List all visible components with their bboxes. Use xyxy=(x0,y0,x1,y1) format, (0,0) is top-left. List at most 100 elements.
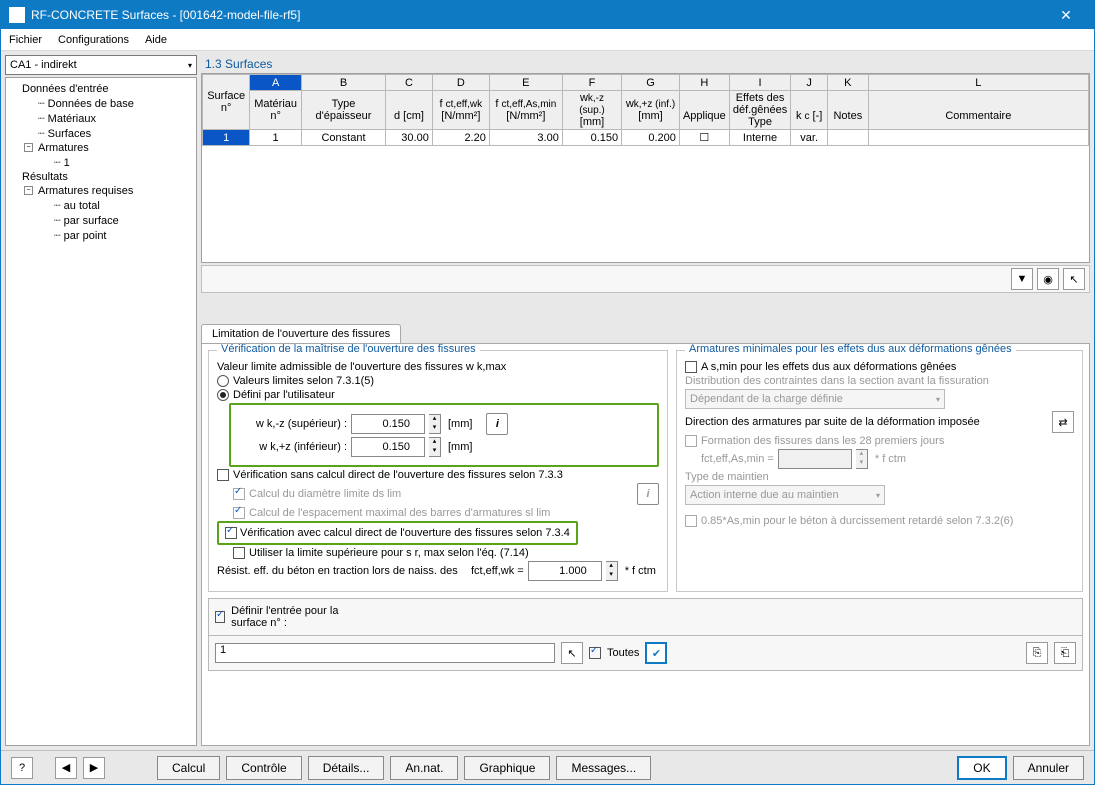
radio-row-user[interactable]: Défini par l'utilisateur xyxy=(217,389,659,401)
group-asmin: Armatures minimales pour les effets dus … xyxy=(676,350,1083,592)
graphique-button[interactable]: Graphique xyxy=(464,756,550,780)
wk-inf-input[interactable] xyxy=(351,437,425,457)
right-panel: 1.3 Surfaces Surfacen°ABCDEFGHIJKLMatéri… xyxy=(201,55,1090,746)
grid-title: 1.3 Surfaces xyxy=(201,55,1090,73)
check-734[interactable] xyxy=(225,527,237,539)
radio-row-7315[interactable]: Valeurs limites selon 7.3.1(5) xyxy=(217,375,659,387)
tree-node[interactable]: Résultats xyxy=(8,170,194,184)
prev-icon[interactable]: ◀ xyxy=(55,757,77,779)
tree-node[interactable]: ┈ Données de base xyxy=(8,96,194,111)
details-button[interactable]: Détails... xyxy=(308,756,385,780)
info-icon[interactable]: i xyxy=(486,413,508,435)
nav-tree[interactable]: Données d'entrée┈ Données de base┈ Matér… xyxy=(5,77,197,746)
filter-icon[interactable]: ▼ xyxy=(1011,268,1033,290)
check-085 xyxy=(685,515,697,527)
check-toutes[interactable] xyxy=(589,647,601,659)
chevron-down-icon: ▾ xyxy=(936,395,940,404)
fct-label: fct,eff,wk = xyxy=(471,565,524,577)
app-window: RF-CONCRETE Surfaces - [001642-model-fil… xyxy=(0,0,1095,785)
radio-user-defined[interactable] xyxy=(217,389,229,401)
wk-inf-label: w k,+z (inférieur) : xyxy=(237,441,347,453)
wk-max-label: Valeur limite admissible de l'ouverture … xyxy=(217,361,659,373)
tree-node[interactable]: −Armatures xyxy=(8,141,194,155)
check-ds-lim xyxy=(233,488,245,500)
wk-sup-input[interactable] xyxy=(351,414,425,434)
window-title: RF-CONCRETE Surfaces - [001642-model-fil… xyxy=(31,8,1046,22)
sub-ds-lim-label: Calcul du diamètre limite ds lim xyxy=(249,488,401,500)
dir-row: Direction des armatures par suite de la … xyxy=(685,411,1074,433)
tree-node[interactable]: Données d'entrée xyxy=(8,82,194,96)
eye-icon[interactable]: ◉ xyxy=(1037,268,1059,290)
annat-button[interactable]: An.nat. xyxy=(390,756,458,780)
define-surface-label: Définir l'entrée pour la surface n° : xyxy=(231,605,367,629)
close-icon[interactable]: ✕ xyxy=(1046,7,1086,24)
wk-inf-spinner[interactable]: ▴▾ xyxy=(429,437,441,457)
menubar: Fichier Configurations Aide xyxy=(1,29,1094,51)
fct-asmin-suffix: * f ctm xyxy=(875,453,906,465)
form28-label: Formation des fissures dans les 28 premi… xyxy=(701,435,944,447)
asmin-check-row[interactable]: A s,min pour les effets dus aux déformat… xyxy=(685,361,1074,373)
resist-row: Résist. eff. du béton en traction lors d… xyxy=(217,561,659,581)
maintien-value: Action interne due au maintien xyxy=(690,489,839,501)
case-dropdown[interactable]: CA1 - indirekt ▾ xyxy=(5,55,197,75)
app-icon xyxy=(9,7,25,23)
fct-asmin-label: fct,eff,As,min = xyxy=(701,453,774,465)
fct-suffix: * f ctm xyxy=(625,565,656,577)
type-maintien-label: Type de maintien xyxy=(685,471,1074,483)
fct-asmin-row: fct,eff,As,min = ▴▾ * f ctm xyxy=(701,449,1074,469)
wk-highlight-box: w k,-z (supérieur) : ▴▾ [mm] i w k,+z (i… xyxy=(229,403,659,467)
menu-fichier[interactable]: Fichier xyxy=(9,34,42,46)
calcul-button[interactable]: Calcul xyxy=(157,756,220,780)
resist-label: Résist. eff. du béton en traction lors d… xyxy=(217,565,467,577)
data-grid[interactable]: Surfacen°ABCDEFGHIJKLMatériaun°Typed'épa… xyxy=(201,73,1090,263)
tree-node[interactable]: ┈ 1 xyxy=(8,155,194,170)
dir-icon-button[interactable]: ⇄ xyxy=(1052,411,1074,433)
messages-button[interactable]: Messages... xyxy=(556,756,651,780)
dir-label: Direction des armatures par suite de la … xyxy=(685,416,980,428)
define-surface-input-row: 1 ↖ Toutes ✔ ⎘ ⎗ xyxy=(208,636,1083,671)
apply-icon[interactable]: ✔ xyxy=(645,642,667,664)
chevron-down-icon: ▾ xyxy=(188,61,192,70)
fct-input[interactable] xyxy=(528,561,602,581)
fct-spinner[interactable]: ▴▾ xyxy=(606,561,618,581)
menu-aide[interactable]: Aide xyxy=(145,34,167,46)
sub-ds-lim-row: Calcul du diamètre limite ds lim i xyxy=(233,483,659,505)
sub-714-label: Utiliser la limite supérieure pour s r, … xyxy=(249,547,529,559)
pick-icon[interactable]: ↖ xyxy=(1063,268,1085,290)
menu-configurations[interactable]: Configurations xyxy=(58,34,129,46)
check-asmin[interactable] xyxy=(685,361,697,373)
paste-icon[interactable]: ⎗ xyxy=(1054,642,1076,664)
next-icon[interactable]: ▶ xyxy=(83,757,105,779)
info-icon-733[interactable]: i xyxy=(637,483,659,505)
check-714[interactable] xyxy=(233,547,245,559)
sub-714-row[interactable]: Utiliser la limite supérieure pour s r, … xyxy=(233,547,659,559)
tree-node[interactable]: ┈ au total xyxy=(8,198,194,213)
check-define-surface[interactable] xyxy=(215,611,225,623)
radio-7315[interactable] xyxy=(217,375,229,387)
tree-node[interactable]: ┈ Matériaux xyxy=(8,111,194,126)
controle-button[interactable]: Contrôle xyxy=(226,756,301,780)
copy-icon[interactable]: ⎘ xyxy=(1026,642,1048,664)
tree-node[interactable]: ┈ Surfaces xyxy=(8,126,194,141)
tree-node[interactable]: −Armatures requises xyxy=(8,184,194,198)
chevron-down-icon: ▾ xyxy=(876,491,880,500)
group-crack-control: Vérification de la maîtrise de l'ouvertu… xyxy=(208,350,668,592)
check-734-highlight: Vérification avec calcul direct de l'ouv… xyxy=(217,521,578,545)
pick-surface-icon[interactable]: ↖ xyxy=(561,642,583,664)
left-panel: CA1 - indirekt ▾ Données d'entrée┈ Donné… xyxy=(5,55,197,746)
tab-crack-width[interactable]: Limitation de l'ouverture des fissures xyxy=(201,324,401,343)
check-733[interactable] xyxy=(217,469,229,481)
tree-node[interactable]: ┈ par point xyxy=(8,228,194,243)
annuler-button[interactable]: Annuler xyxy=(1013,756,1084,780)
check-734-label: Vérification avec calcul direct de l'ouv… xyxy=(240,527,570,539)
body: CA1 - indirekt ▾ Données d'entrée┈ Donné… xyxy=(1,51,1094,750)
ok-button[interactable]: OK xyxy=(957,756,1006,780)
sub-sl-lim-label: Calcul de l'espacement maximal des barre… xyxy=(249,507,550,519)
case-dropdown-value: CA1 - indirekt xyxy=(10,59,77,71)
surface-number-input[interactable]: 1 xyxy=(215,643,555,663)
help-icon[interactable]: ? xyxy=(11,757,33,779)
check-733-row[interactable]: Vérification sans calcul direct de l'ouv… xyxy=(217,469,659,481)
wk-sup-spinner[interactable]: ▴▾ xyxy=(429,414,441,434)
check-sl-lim xyxy=(233,507,245,519)
tree-node[interactable]: ┈ par surface xyxy=(8,213,194,228)
